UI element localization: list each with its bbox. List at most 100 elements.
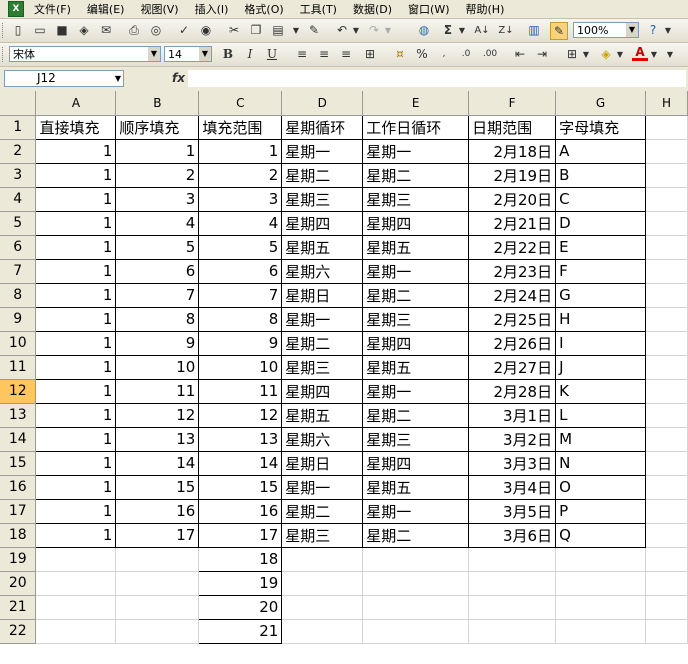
cut-icon[interactable]: ✂: [226, 22, 242, 38]
cell-g1[interactable]: 字母填充: [555, 114, 647, 140]
cell-b5[interactable]: 4: [115, 210, 200, 236]
cell-c14[interactable]: 13: [198, 426, 283, 452]
cell-a13[interactable]: 1: [35, 402, 117, 428]
cell-d15[interactable]: 星期日: [281, 450, 364, 476]
font-size-dropdown-icon[interactable]: ▼: [199, 47, 211, 61]
cell-d4[interactable]: 星期三: [281, 186, 364, 212]
cell-g22[interactable]: [555, 619, 647, 644]
cell-h5[interactable]: [645, 211, 688, 236]
align-right-icon[interactable]: ≡: [338, 46, 354, 62]
cell-b18[interactable]: 17: [115, 522, 200, 548]
cell-d19[interactable]: [281, 547, 364, 572]
row-header[interactable]: 7: [0, 259, 37, 284]
save-icon[interactable]: ■: [54, 22, 70, 38]
align-center-icon[interactable]: ≡: [316, 46, 332, 62]
select-all-corner[interactable]: [0, 91, 37, 116]
chart-wizard-icon[interactable]: ▥: [526, 22, 542, 38]
excel-icon[interactable]: X: [8, 1, 24, 17]
row-header[interactable]: 14: [0, 427, 37, 452]
cell-c22[interactable]: 21: [198, 618, 283, 644]
cell-e9[interactable]: 星期三: [362, 306, 470, 332]
cell-d8[interactable]: 星期日: [281, 282, 364, 308]
cell-a3[interactable]: 1: [35, 162, 117, 188]
menu-insert[interactable]: 插入(I): [195, 1, 229, 17]
cell-c18[interactable]: 17: [198, 522, 283, 548]
cell-c6[interactable]: 5: [198, 234, 283, 260]
menu-tools[interactable]: 工具(T): [300, 1, 337, 17]
cell-e19[interactable]: [362, 547, 470, 572]
cell-f7[interactable]: 2月23日: [468, 258, 557, 284]
cell-h11[interactable]: [645, 355, 688, 380]
cell-a21[interactable]: [35, 595, 117, 620]
cell-c20[interactable]: 19: [198, 570, 283, 596]
cell-b14[interactable]: 13: [115, 426, 200, 452]
undo-dropdown-icon[interactable]: ▼: [352, 22, 360, 38]
menu-view[interactable]: 视图(V): [140, 1, 178, 17]
cell-h22[interactable]: [645, 619, 688, 644]
cell-b15[interactable]: 14: [115, 450, 200, 476]
row-header[interactable]: 6: [0, 235, 37, 260]
cell-g5[interactable]: D: [555, 210, 647, 236]
cell-g12[interactable]: K: [555, 378, 647, 404]
cell-h18[interactable]: [645, 523, 688, 548]
cell-f18[interactable]: 3月6日: [468, 522, 557, 548]
cell-b9[interactable]: 8: [115, 306, 200, 332]
print-preview-icon[interactable]: ◎: [148, 22, 164, 38]
cell-a11[interactable]: 1: [35, 354, 117, 380]
cell-d5[interactable]: 星期四: [281, 210, 364, 236]
menu-format[interactable]: 格式(O): [244, 1, 283, 17]
cell-d2[interactable]: 星期一: [281, 138, 364, 164]
cell-a14[interactable]: 1: [35, 426, 117, 452]
currency-icon[interactable]: ¤: [392, 46, 408, 62]
cell-c13[interactable]: 12: [198, 402, 283, 428]
row-header[interactable]: 8: [0, 283, 37, 308]
cell-h19[interactable]: [645, 547, 688, 572]
column-header-g[interactable]: G: [555, 91, 647, 116]
cell-f12[interactable]: 2月28日: [468, 378, 557, 404]
cell-e12[interactable]: 星期一: [362, 378, 470, 404]
cell-d22[interactable]: [281, 619, 364, 644]
row-header[interactable]: 5: [0, 211, 37, 236]
cell-e18[interactable]: 星期二: [362, 522, 470, 548]
cell-e8[interactable]: 星期二: [362, 282, 470, 308]
cell-a8[interactable]: 1: [35, 282, 117, 308]
cell-b8[interactable]: 7: [115, 282, 200, 308]
email-icon[interactable]: ✉: [98, 22, 114, 38]
cell-c5[interactable]: 4: [198, 210, 283, 236]
cell-a2[interactable]: 1: [35, 138, 117, 164]
autosum-icon[interactable]: Σ: [440, 22, 456, 38]
column-header-b[interactable]: B: [115, 91, 200, 116]
cell-a5[interactable]: 1: [35, 210, 117, 236]
toolbar-options-icon[interactable]: ▼: [664, 22, 672, 38]
cell-g6[interactable]: E: [555, 234, 647, 260]
cell-a19[interactable]: [35, 547, 117, 572]
cell-e4[interactable]: 星期三: [362, 186, 470, 212]
cell-b3[interactable]: 2: [115, 162, 200, 188]
cell-b17[interactable]: 16: [115, 498, 200, 524]
cell-d10[interactable]: 星期二: [281, 330, 364, 356]
row-header[interactable]: 17: [0, 499, 37, 524]
cell-d17[interactable]: 星期二: [281, 498, 364, 524]
cell-d7[interactable]: 星期六: [281, 258, 364, 284]
cell-e11[interactable]: 星期五: [362, 354, 470, 380]
row-header[interactable]: 18: [0, 523, 37, 548]
row-header[interactable]: 13: [0, 403, 37, 428]
cell-e20[interactable]: [362, 571, 470, 596]
cell-f2[interactable]: 2月18日: [468, 138, 557, 164]
align-left-icon[interactable]: ≡: [294, 46, 310, 62]
redo-icon[interactable]: ↷: [366, 22, 382, 38]
cell-b1[interactable]: 顺序填充: [115, 114, 200, 140]
row-header[interactable]: 11: [0, 355, 37, 380]
cell-b6[interactable]: 5: [115, 234, 200, 260]
cell-b4[interactable]: 3: [115, 186, 200, 212]
help-icon[interactable]: ?: [645, 22, 661, 38]
cell-f15[interactable]: 3月3日: [468, 450, 557, 476]
row-header[interactable]: 15: [0, 451, 37, 476]
column-header-f[interactable]: F: [468, 91, 557, 116]
undo-icon[interactable]: ↶: [334, 22, 350, 38]
menu-window[interactable]: 窗口(W): [408, 1, 449, 17]
cell-d20[interactable]: [281, 571, 364, 596]
cell-a22[interactable]: [35, 619, 117, 644]
cell-f17[interactable]: 3月5日: [468, 498, 557, 524]
format-painter-icon[interactable]: ✎: [306, 22, 322, 38]
